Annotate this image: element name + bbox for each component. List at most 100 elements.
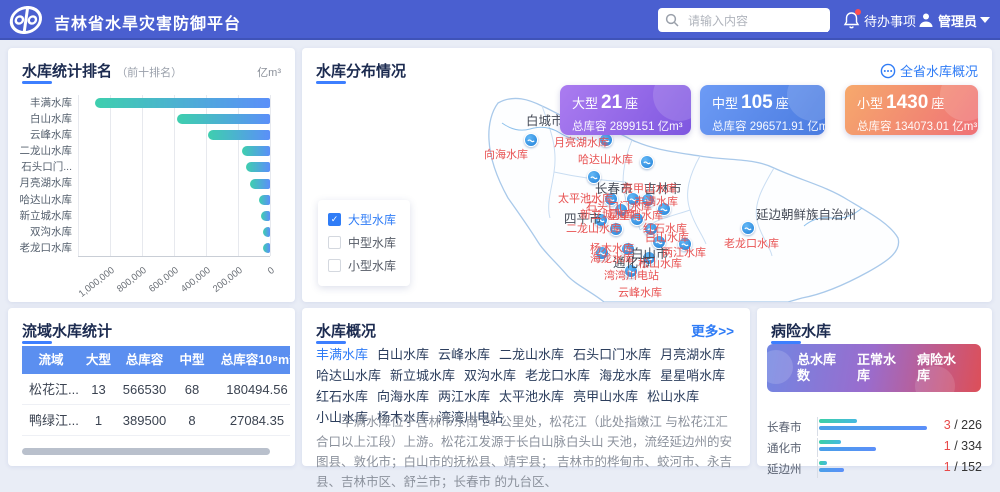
sick-city-row: 通化市1 / 334 (765, 437, 984, 458)
table-row[interactable]: 鸭绿江...1389500827084.35 (22, 405, 290, 436)
sick-value: 3 / 226 (944, 418, 982, 432)
map-city-label: 延边朝鲜族自治州 (756, 204, 856, 223)
todo-label[interactable]: 待办事项 (864, 0, 916, 40)
table-header-cell: 中型 (172, 346, 212, 374)
sick-bars (817, 438, 876, 457)
bar-category-label: 老龙口水库 (8, 240, 72, 256)
checkbox[interactable] (328, 236, 341, 249)
reservoir-link[interactable]: 丰满水库 (316, 347, 368, 362)
reservoir-link[interactable]: 老龙口水库 (525, 368, 590, 383)
sick-bars (817, 417, 927, 436)
horizontal-scrollbar[interactable] (22, 448, 270, 455)
filter-checkbox-row[interactable]: 小型水库 (328, 254, 400, 277)
header-bar: 吉林省水旱灾害防御平台 待办事项 管理员 (0, 0, 1000, 40)
reservoir-link[interactable]: 太平池水库 (499, 389, 564, 404)
reservoir-link[interactable]: 二龙山水库 (499, 347, 564, 362)
reservoir-link[interactable]: 星星哨水库 (660, 368, 725, 383)
stat-count-unit: 座 (625, 96, 638, 111)
capacity-bar (250, 179, 270, 189)
sick-city-row: 长春市3 / 226 (765, 416, 984, 437)
sick-bar-blue (819, 426, 927, 430)
capacity-bar (263, 243, 270, 253)
reservoir-link[interactable]: 红石水库 (316, 389, 368, 404)
chart-gridline (174, 95, 175, 256)
reservoir-link[interactable]: 松山水库 (647, 389, 699, 404)
sick-count: 1 (944, 439, 951, 453)
filter-checkbox-row[interactable]: ✓大型水库 (328, 208, 400, 231)
checkbox[interactable] (328, 259, 341, 272)
reservoir-link[interactable]: 石头口门水库 (573, 347, 651, 362)
map-reservoir-label[interactable]: 月亮湖水库 (554, 134, 609, 150)
map-reservoir-label[interactable]: 哈达山水库 (578, 151, 633, 167)
table-row[interactable]: 松花江...1356653068180494.56 (22, 374, 290, 405)
panel-title: 水库统计排名 （前十排名） (22, 60, 182, 81)
panel-title: 水库概况 (316, 320, 376, 341)
reservoir-link[interactable]: 海龙水库 (599, 368, 651, 383)
capacity-bar (259, 195, 270, 205)
chart-unit-label: 亿m³ (257, 64, 281, 80)
reservoir-link[interactable]: 白山水库 (377, 347, 429, 362)
stat-count: 1430 (886, 92, 928, 113)
map-reservoir-label[interactable]: 老龙口水库 (724, 235, 779, 251)
reservoir-link[interactable]: 云峰水库 (438, 347, 490, 362)
water-drop-icon[interactable] (741, 221, 755, 235)
more-link[interactable]: 更多>> (691, 320, 734, 340)
chart-gridline (110, 95, 111, 256)
stat-count: 21 (601, 92, 622, 113)
sick-bar-teal (819, 419, 857, 423)
map-reservoir-label[interactable]: 海龙水库 (590, 250, 634, 266)
table-cell: 389500 (117, 405, 172, 436)
sick-bar-teal (819, 440, 841, 444)
capacity-bar (95, 98, 270, 108)
title-underline (22, 81, 52, 84)
reservoir-link[interactable]: 亮甲山水库 (573, 389, 638, 404)
notification-bell[interactable] (843, 0, 860, 40)
sick-reservoir-panel: 病险水库 总水库数正常水库病险水库 长春市3 / 226通化市1 / 334延边… (757, 308, 992, 466)
sick-count: 1 (944, 460, 951, 474)
reservoir-link[interactable]: 月亮湖水库 (660, 347, 725, 362)
capacity-bar (246, 162, 270, 172)
capacity-bar (208, 130, 270, 140)
stat-card-count-line: 小型1430座 (857, 92, 966, 114)
table-header-cell: 流域 (22, 346, 80, 374)
reservoir-link[interactable]: 双沟水库 (464, 368, 516, 383)
bar-category-label: 新立城水库 (8, 208, 72, 224)
table-header-cell: 总库容 (117, 346, 172, 374)
capacity-bar (263, 227, 270, 237)
chevron-down-icon[interactable] (980, 0, 990, 40)
water-drop-icon[interactable] (524, 133, 538, 147)
table-cell: 13 (80, 374, 117, 405)
user-menu[interactable]: 管理员 (938, 0, 977, 40)
panel-subtitle: （前十排名） (116, 67, 182, 79)
map-reservoir-label[interactable]: 湾湾川电站 (604, 267, 659, 283)
reservoir-link[interactable]: 新立城水库 (390, 368, 455, 383)
water-drop-icon[interactable] (640, 155, 654, 169)
map-reservoir-label[interactable]: 向海水库 (484, 146, 528, 162)
search-box[interactable] (658, 8, 830, 32)
stat-card-count-line: 中型105座 (712, 92, 813, 114)
title-underline (22, 341, 52, 344)
map-reservoir-label[interactable]: 二龙山水库 (566, 220, 621, 236)
sick-count: 3 (944, 418, 951, 432)
sick-bars (817, 459, 844, 478)
sick-value: 1 / 334 (944, 439, 982, 453)
map-reservoir-label[interactable]: 白山水库 (645, 229, 689, 245)
sick-value: 1 / 152 (944, 460, 982, 474)
bar-category-label: 月亮湖水库 (8, 175, 72, 191)
stat-type-label: 小型 (857, 96, 883, 111)
user-icon[interactable] (918, 0, 934, 40)
total-count: / 226 (951, 418, 982, 432)
sick-city-row: 延边州1 / 152 (765, 458, 984, 479)
map-filter-card: ✓大型水库中型水库小型水库 (318, 200, 410, 286)
reservoir-link[interactable]: 向海水库 (377, 389, 429, 404)
search-input[interactable] (686, 10, 828, 32)
bar-category-label: 石头口门... (8, 159, 72, 175)
sick-header-banner: 总水库数正常水库病险水库 (767, 344, 981, 392)
map-reservoir-label[interactable]: 云峰水库 (618, 284, 662, 300)
bar-category-label: 二龙山水库 (8, 143, 72, 159)
checkbox[interactable]: ✓ (328, 213, 341, 226)
filter-checkbox-row[interactable]: 中型水库 (328, 231, 400, 254)
reservoir-link[interactable]: 哈达山水库 (316, 368, 381, 383)
table-header-row: 流域大型总库容中型总库容10⁸m³ (22, 346, 290, 374)
reservoir-link[interactable]: 两江水库 (438, 389, 490, 404)
